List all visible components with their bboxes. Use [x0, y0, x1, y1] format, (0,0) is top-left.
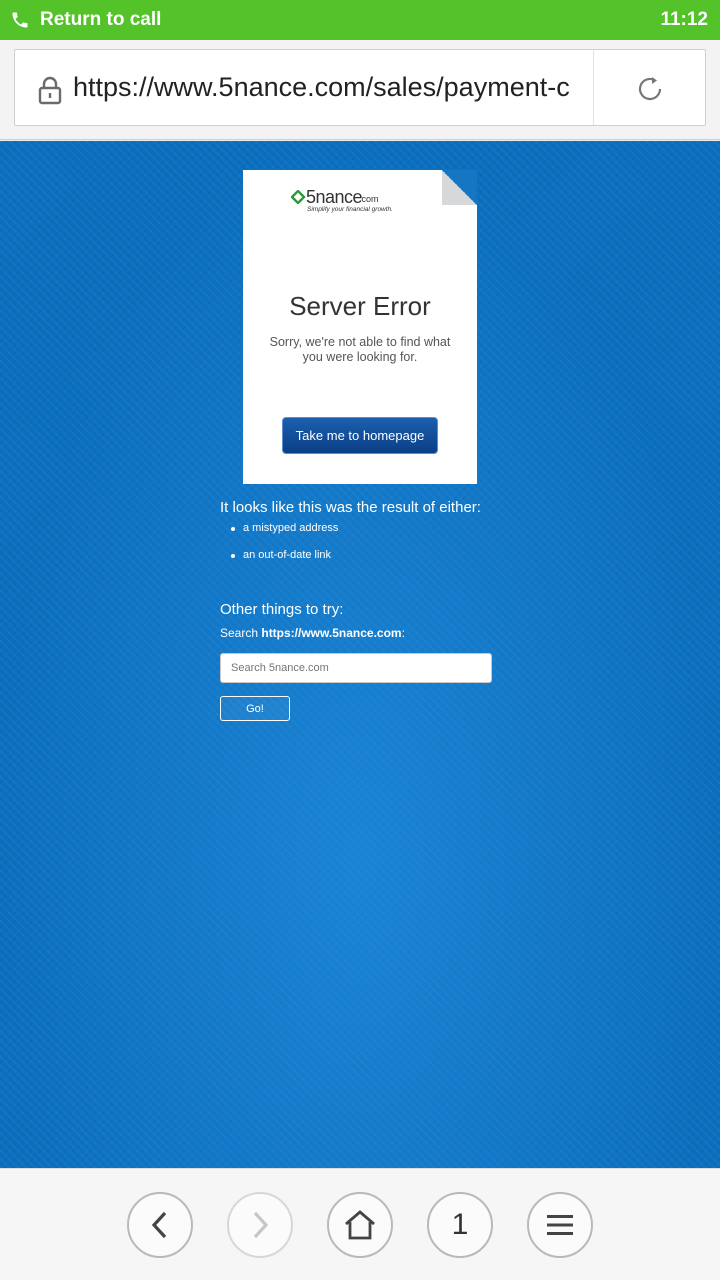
page-fold	[442, 170, 477, 205]
search-instruction: Search https://www.5nance.com:	[220, 626, 405, 640]
browser-toolbar: https://www.5nance.com/sales/payment-c	[0, 40, 720, 140]
home-button[interactable]	[327, 1192, 393, 1258]
divider	[593, 50, 594, 125]
error-card: 5nance .com Simplify your financial grow…	[243, 170, 477, 484]
error-title: Server Error	[289, 291, 431, 321]
search-suffix: :	[401, 626, 405, 640]
go-button[interactable]: Go!	[220, 696, 290, 721]
causes-list: a mistyped address an out-of-date link	[220, 522, 520, 576]
search-site-link[interactable]: https://www.5nance.com	[261, 626, 401, 640]
chevron-right-icon	[253, 1211, 269, 1239]
logo-com: .com	[359, 194, 379, 204]
address-bar[interactable]: https://www.5nance.com/sales/payment-c	[14, 49, 706, 126]
page-content: 5nance .com Simplify your financial grow…	[0, 141, 720, 1168]
list-item: a mistyped address	[220, 522, 520, 549]
phone-icon[interactable]	[10, 9, 30, 31]
reload-icon[interactable]	[635, 74, 665, 104]
logo-tagline: Simplify your financial growth.	[307, 206, 393, 213]
lock-icon	[38, 76, 62, 105]
clock: 11:12	[660, 9, 708, 30]
status-bar: Return to call 11:12	[0, 0, 720, 40]
tabs-button[interactable]: 1	[427, 1192, 493, 1258]
tab-count: 1	[451, 1208, 469, 1241]
bottom-nav: 1	[0, 1168, 720, 1280]
return-to-call-label[interactable]: Return to call	[40, 9, 161, 31]
search-input[interactable]	[220, 653, 492, 683]
site-logo[interactable]: 5nance .com Simplify your financial grow…	[291, 187, 401, 217]
menu-button[interactable]	[527, 1192, 593, 1258]
logo-arrow-icon	[291, 190, 306, 204]
other-heading: Other things to try:	[220, 601, 344, 618]
logo-brand: 5nance	[306, 187, 363, 207]
menu-icon	[547, 1215, 573, 1235]
search-prefix: Search	[220, 626, 262, 640]
url-text[interactable]: https://www.5nance.com/sales/payment-c	[73, 72, 589, 106]
home-icon	[345, 1210, 375, 1240]
error-message: Sorry, we're not able to find what you w…	[269, 335, 451, 364]
result-heading: It looks like this was the result of eit…	[220, 499, 481, 516]
chevron-left-icon	[151, 1211, 167, 1239]
homepage-button[interactable]: Take me to homepage	[282, 417, 438, 454]
list-item: an out-of-date link	[220, 549, 520, 576]
forward-button[interactable]	[227, 1192, 293, 1258]
back-button[interactable]	[127, 1192, 193, 1258]
